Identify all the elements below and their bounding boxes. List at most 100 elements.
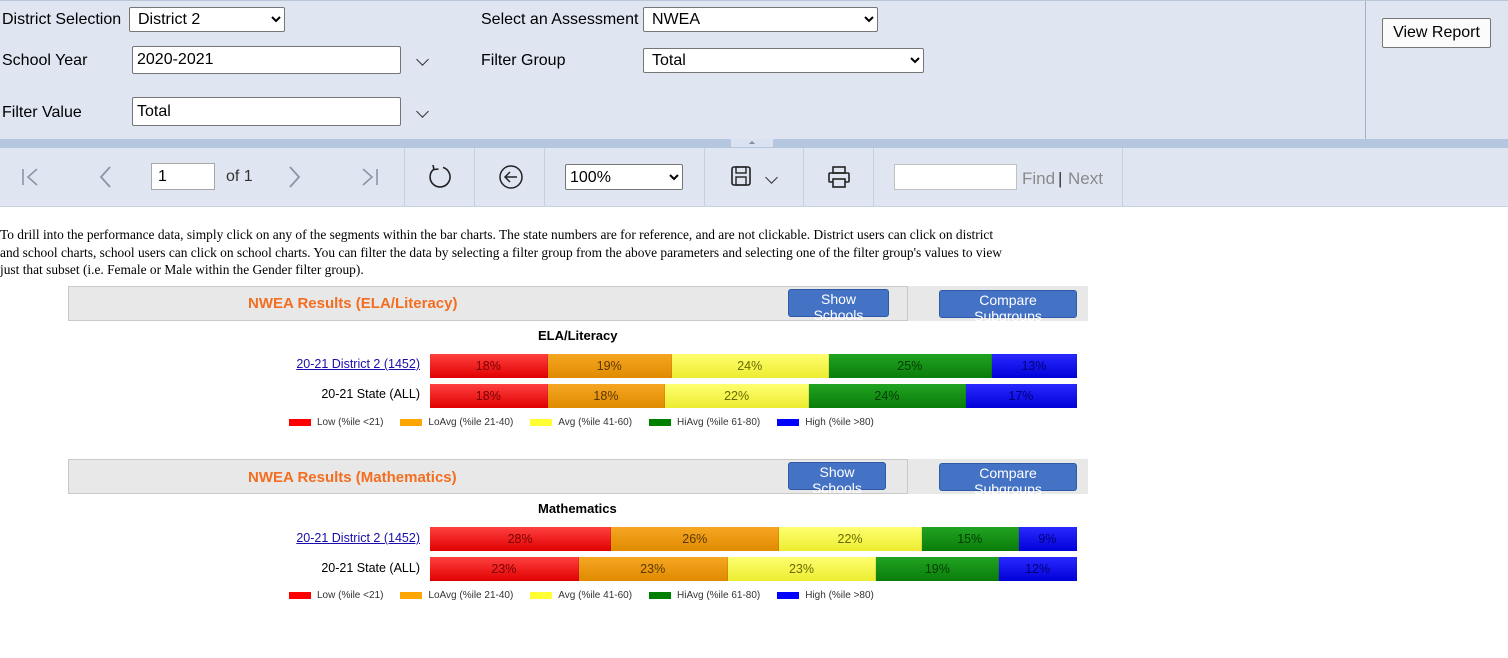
ela-section-header [68, 286, 908, 321]
collapse-parameters-icon[interactable] [731, 139, 773, 147]
ela-compare-subgroups-button[interactable]: Compare Subgroups [939, 290, 1077, 324]
ela-state-row-label: 20-21 State (ALL) [321, 387, 420, 401]
filter-value-label: Filter Value [2, 104, 82, 121]
bar-segment-value: 24% [737, 359, 763, 373]
math-district-bar[interactable]: 28% 26% 22% 15% 9% [430, 527, 1077, 551]
district-selection-select[interactable]: District 2 [129, 7, 285, 32]
previous-page-icon[interactable] [96, 165, 116, 189]
school-year-label: School Year [2, 52, 88, 69]
legend-label: HiAvg (%ile 61-80) [677, 416, 761, 428]
find-link[interactable]: Find [1022, 169, 1055, 189]
zoom-select[interactable]: 100% [565, 164, 683, 190]
legend-swatch [400, 418, 423, 426]
bar-segment-hiavg: 24% [809, 384, 966, 408]
assessment-select[interactable]: NWEA [643, 7, 878, 32]
filter-value-field[interactable]: Total [132, 97, 401, 126]
legend-swatch [400, 591, 423, 599]
refresh-icon[interactable] [427, 164, 453, 190]
view-report-button[interactable]: View Report [1382, 18, 1491, 48]
math-show-schools-button[interactable]: Show Schools [788, 462, 886, 496]
last-page-icon[interactable] [358, 166, 380, 188]
next-link[interactable]: Next [1068, 169, 1103, 189]
bar-segment-value: 26% [682, 532, 708, 546]
bar-segment-hiavg[interactable]: 15% [921, 527, 1019, 551]
legend-label: LoAvg (%ile 21-40) [428, 589, 514, 601]
math-compare-subgroups-button[interactable]: Compare Subgroups [939, 463, 1077, 497]
bar-segment-low: 23% [430, 557, 579, 581]
filter-group-select[interactable]: Total [643, 48, 924, 73]
bar-segment-high: 12% [999, 557, 1077, 581]
legend-swatch [649, 591, 672, 599]
bar-segment-loavg[interactable]: 19% [547, 354, 672, 378]
instructions-text: To drill into the performance data, simp… [0, 227, 1002, 277]
bar-segment-loavg: 18% [547, 384, 666, 408]
legend-swatch [530, 418, 553, 426]
find-input[interactable] [894, 164, 1017, 190]
page-number-input[interactable] [151, 163, 215, 190]
math-section-title: NWEA Results (Mathematics) [248, 469, 457, 486]
export-chevron-down-icon[interactable] [765, 171, 778, 184]
school-year-field[interactable]: 2020-2021 [132, 46, 401, 74]
filter-group-label: Filter Group [481, 52, 566, 69]
bar-segment-low[interactable]: 28% [430, 527, 612, 551]
bar-segment-value: 18% [475, 359, 501, 373]
legend-item-loavg: LoAvg (%ile 21-40) [400, 417, 513, 428]
filter-value-chevron-down-icon[interactable] [416, 105, 429, 118]
print-icon[interactable] [827, 165, 851, 189]
bar-segment-low[interactable]: 18% [430, 354, 548, 378]
math-district-row-label[interactable]: 20-21 District 2 (1452) [260, 531, 420, 545]
toolbar-separator [474, 148, 475, 206]
ela-state-bar: 18% 18% 22% 24% 17% [430, 384, 1077, 408]
parameter-splitter[interactable] [0, 139, 1508, 148]
legend-item-avg: Avg (%ile 41-60) [530, 417, 632, 428]
bar-segment-value: 23% [491, 562, 517, 576]
math-chart-title: Mathematics [538, 501, 617, 516]
math-section-header [68, 459, 908, 494]
toolbar-separator [1122, 148, 1123, 206]
bar-segment-value: 23% [788, 562, 814, 576]
bar-segment-avg[interactable]: 22% [779, 527, 922, 551]
toolbar-separator [873, 148, 874, 206]
legend-label: LoAvg (%ile 21-40) [428, 416, 514, 428]
legend-item-hiavg: HiAvg (%ile 61-80) [649, 590, 760, 601]
bar-segment-high[interactable]: 13% [992, 354, 1077, 378]
save-icon[interactable] [730, 165, 752, 187]
ela-chart-title: ELA/Literacy [538, 328, 618, 343]
page-count: of 1 [226, 168, 253, 185]
back-icon[interactable] [498, 164, 524, 190]
legend-swatch [289, 591, 311, 599]
ela-district-row-label[interactable]: 20-21 District 2 (1452) [260, 357, 420, 371]
math-state-row-label: 20-21 State (ALL) [321, 561, 420, 575]
legend-swatch [777, 418, 800, 426]
parameters-panel: District Selection District 2 Select an … [0, 0, 1508, 140]
next-page-icon[interactable] [284, 165, 304, 189]
legend-label: Low (%ile <21) [317, 416, 384, 428]
math-state-bar: 23% 23% 23% 19% 12% [430, 557, 1077, 581]
ela-show-schools-button[interactable]: Show Schools [788, 289, 889, 323]
legend-swatch [530, 591, 553, 599]
bar-segment-value: 13% [1021, 359, 1047, 373]
district-selection-label: District Selection [2, 11, 122, 28]
bar-segment-hiavg[interactable]: 25% [828, 354, 992, 378]
bar-segment-value: 19% [596, 359, 622, 373]
bar-segment-high: 17% [965, 384, 1077, 408]
bar-segment-value: 12% [1025, 562, 1051, 576]
bar-segment-loavg[interactable]: 26% [611, 527, 780, 551]
legend-label: HiAvg (%ile 61-80) [677, 589, 761, 601]
legend-label: High (%ile >80) [805, 589, 874, 601]
bar-segment-high[interactable]: 9% [1018, 527, 1077, 551]
first-page-icon[interactable] [20, 166, 42, 188]
ela-district-bar[interactable]: 18% 19% 24% 25% 13% [430, 354, 1077, 378]
bar-segment-low: 18% [430, 384, 548, 408]
bar-segment-value: 18% [593, 389, 619, 403]
legend-item-avg: Avg (%ile 41-60) [530, 590, 632, 601]
legend-label: Avg (%ile 41-60) [558, 589, 633, 601]
bar-segment-avg[interactable]: 24% [671, 354, 829, 378]
toolbar-separator [704, 148, 705, 206]
bar-segment-loavg: 23% [578, 557, 728, 581]
legend-swatch [777, 591, 800, 599]
legend-swatch [649, 418, 672, 426]
school-year-chevron-down-icon[interactable] [416, 53, 429, 66]
bar-segment-value: 15% [957, 532, 983, 546]
assessment-label: Select an Assessment [481, 11, 639, 28]
